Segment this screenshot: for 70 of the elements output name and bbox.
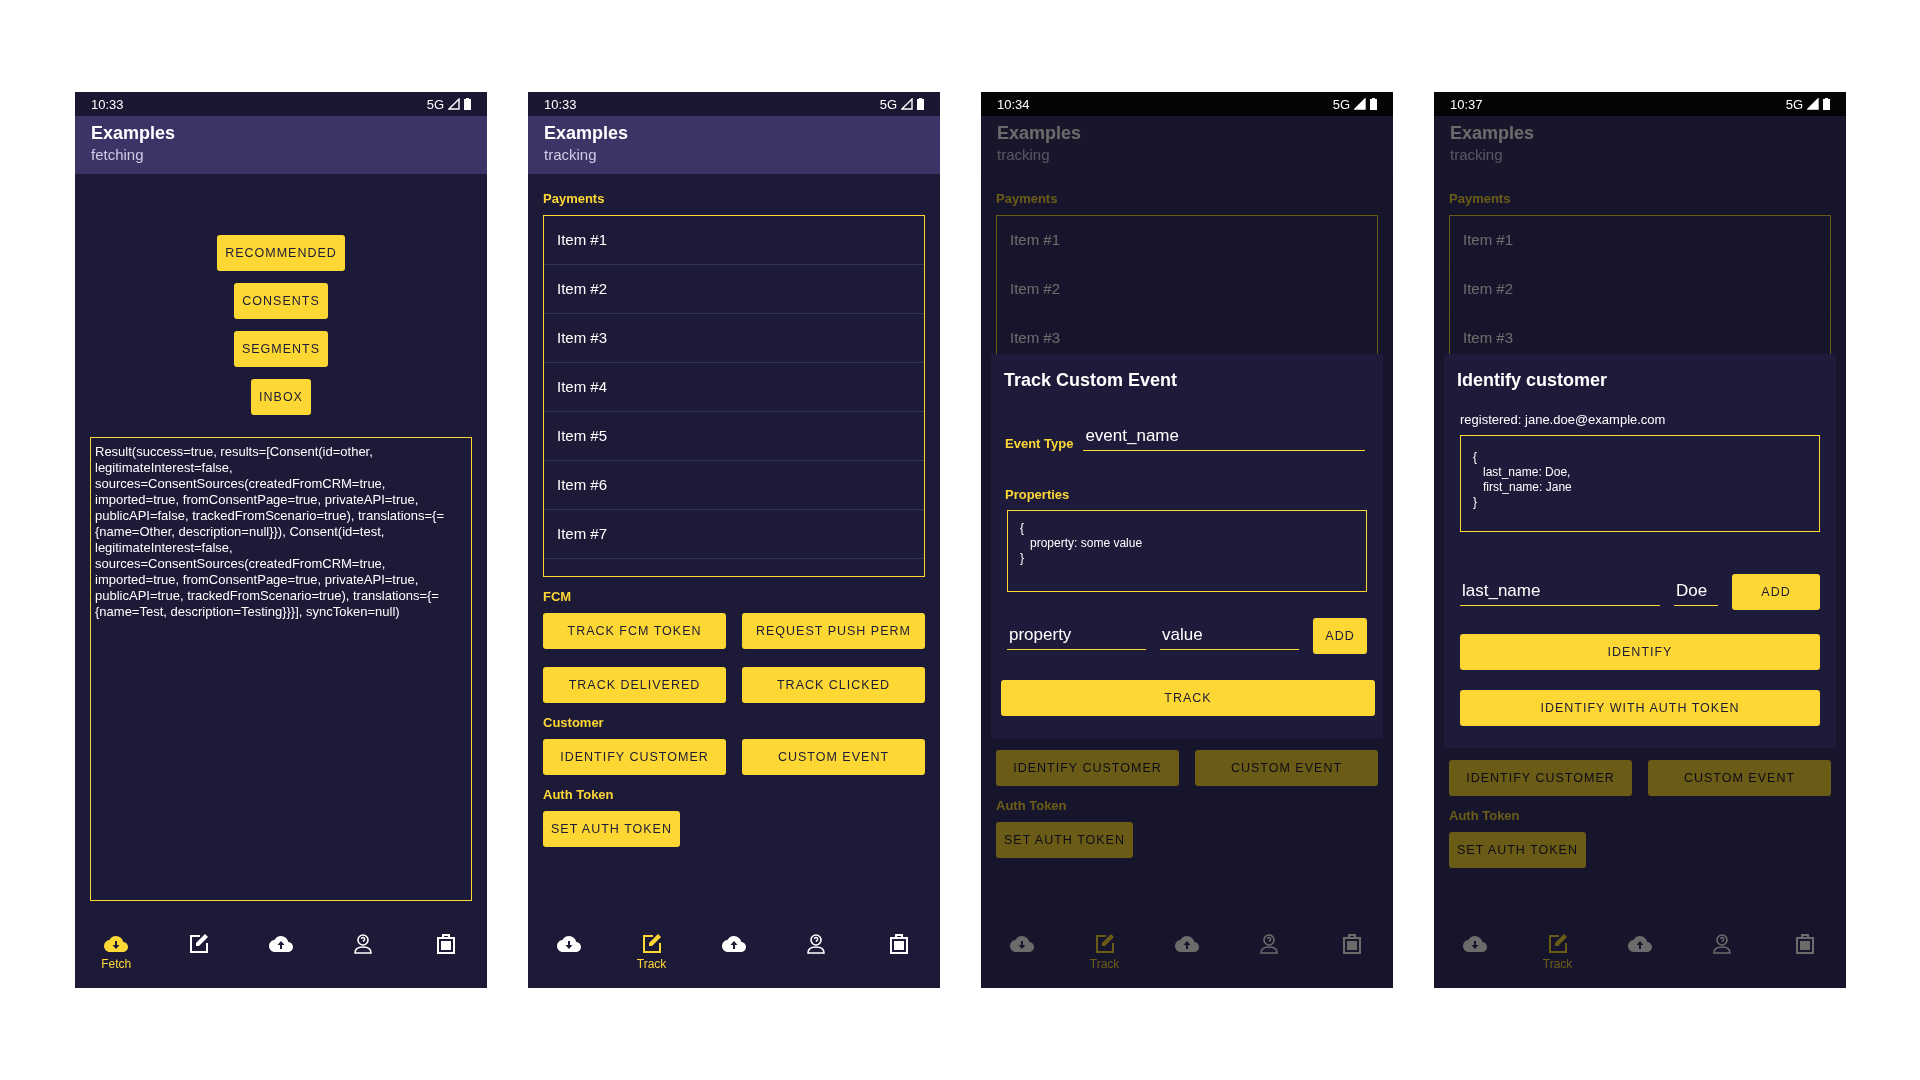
list-item[interactable]: Item #5 [544,412,924,461]
status-time: 10:33 [544,96,577,112]
section-label: Payments [996,191,1059,207]
event-type-field[interactable]: event_name [1083,424,1365,451]
section-label: FCM [543,589,573,605]
field-label: Properties [1005,487,1071,502]
registered-text: registered: jane.doe@example.com [1460,412,1667,427]
status-time: 10:33 [91,96,124,112]
json-text: { last_name: Doe, first_name: Jane } [1460,435,1820,532]
list-item[interactable]: Item #3 [544,314,924,363]
status-time: 10:37 [1450,96,1483,112]
result-text: Result(success=true, results=[Consent(id=other, legitimateInterest=false, sources=ConsentSources(createdFromCRM=true, imported=true, fromConsentPage=true, privateAPI=true, publicAPI=false, trackedFromScenario=true), translations={={name=Other, description=null}}), Consent(id=test, legitimateInterest=false, sources=ConsentSources(createdFromCRM=true, imported=true, fromConsentPage=true, privateAPI=true, publicAPI=true, trackedFromScenario=true), translations={={name=Test, description=Testing}}}], syncToken=null) [90,437,472,901]
action-button[interactable]: SET AUTH TOKEN [543,811,680,847]
dialog-title: Track Custom Event [1003,369,1179,392]
network-label: 5G [426,96,444,112]
json-text: { property: some value } [1007,510,1367,592]
signal-icon [1807,98,1819,110]
network-label: 5G [1332,96,1350,112]
action-button[interactable]: CONSENTS [234,283,328,319]
action-button[interactable]: CUSTOM EVENT [742,739,925,775]
section-label: Auth Token [996,798,1068,814]
signal-icon [448,98,460,110]
signal-icon [901,98,913,110]
key-field[interactable]: last_name [1460,578,1660,606]
action-button[interactable]: INBOX [251,379,311,415]
action-button[interactable]: SEGMENTS [233,331,329,367]
action-button[interactable]: IDENTIFY [1460,634,1820,670]
nav-label[interactable]: Track [636,957,667,971]
list-item[interactable]: Item #6 [544,461,924,510]
value-field[interactable]: value [1160,622,1299,650]
section-label: Customer [543,715,605,731]
action-button[interactable]: REQUEST PUSH PERM [742,613,925,649]
list-item[interactable]: Item #7 [544,510,924,559]
network-label: 5G [1785,96,1803,112]
app-subtitle: tracking [1450,145,1504,165]
battery-icon [464,98,471,110]
action-button[interactable]: TRACK FCM TOKEN [543,613,726,649]
signal-icon [1354,98,1366,110]
action-button[interactable]: ADD [1313,618,1367,654]
section-label: Auth Token [1449,808,1521,824]
battery-icon [917,98,924,110]
action-button[interactable]: ADD [1732,574,1820,610]
battery-icon [1823,98,1830,110]
action-button[interactable]: IDENTIFY WITH AUTH TOKEN [1460,690,1820,726]
app-title: Examples [1450,122,1536,145]
section-label: Payments [543,191,606,207]
status-time: 10:34 [997,96,1030,112]
battery-icon [1370,98,1377,110]
action-button[interactable]: RECOMMENDED [217,235,345,271]
network-label: 5G [879,96,897,112]
section-label: Auth Token [543,787,615,803]
app-title: Examples [997,122,1083,145]
nav-label[interactable]: Fetch [101,957,132,971]
list-item[interactable]: Item #2 [544,265,924,314]
app-subtitle: tracking [544,145,598,165]
app-subtitle: fetching [91,145,145,165]
action-button[interactable]: TRACK [1001,680,1375,716]
action-button[interactable]: TRACK DELIVERED [543,667,726,703]
list-item[interactable]: Item #1 [544,216,924,265]
field-label: Event Type [1005,436,1074,451]
section-label: Payments [1449,191,1512,207]
action-button[interactable]: IDENTIFY CUSTOMER [543,739,726,775]
dialog-title: Identify customer [1456,369,1609,392]
action-button[interactable]: TRACK CLICKED [742,667,925,703]
list-item[interactable]: Item #4 [544,363,924,412]
app-subtitle: tracking [997,145,1051,165]
app-title: Examples [91,122,177,145]
app-title: Examples [544,122,630,145]
value-field[interactable]: Doe [1674,578,1718,606]
key-field[interactable]: property [1007,622,1146,650]
